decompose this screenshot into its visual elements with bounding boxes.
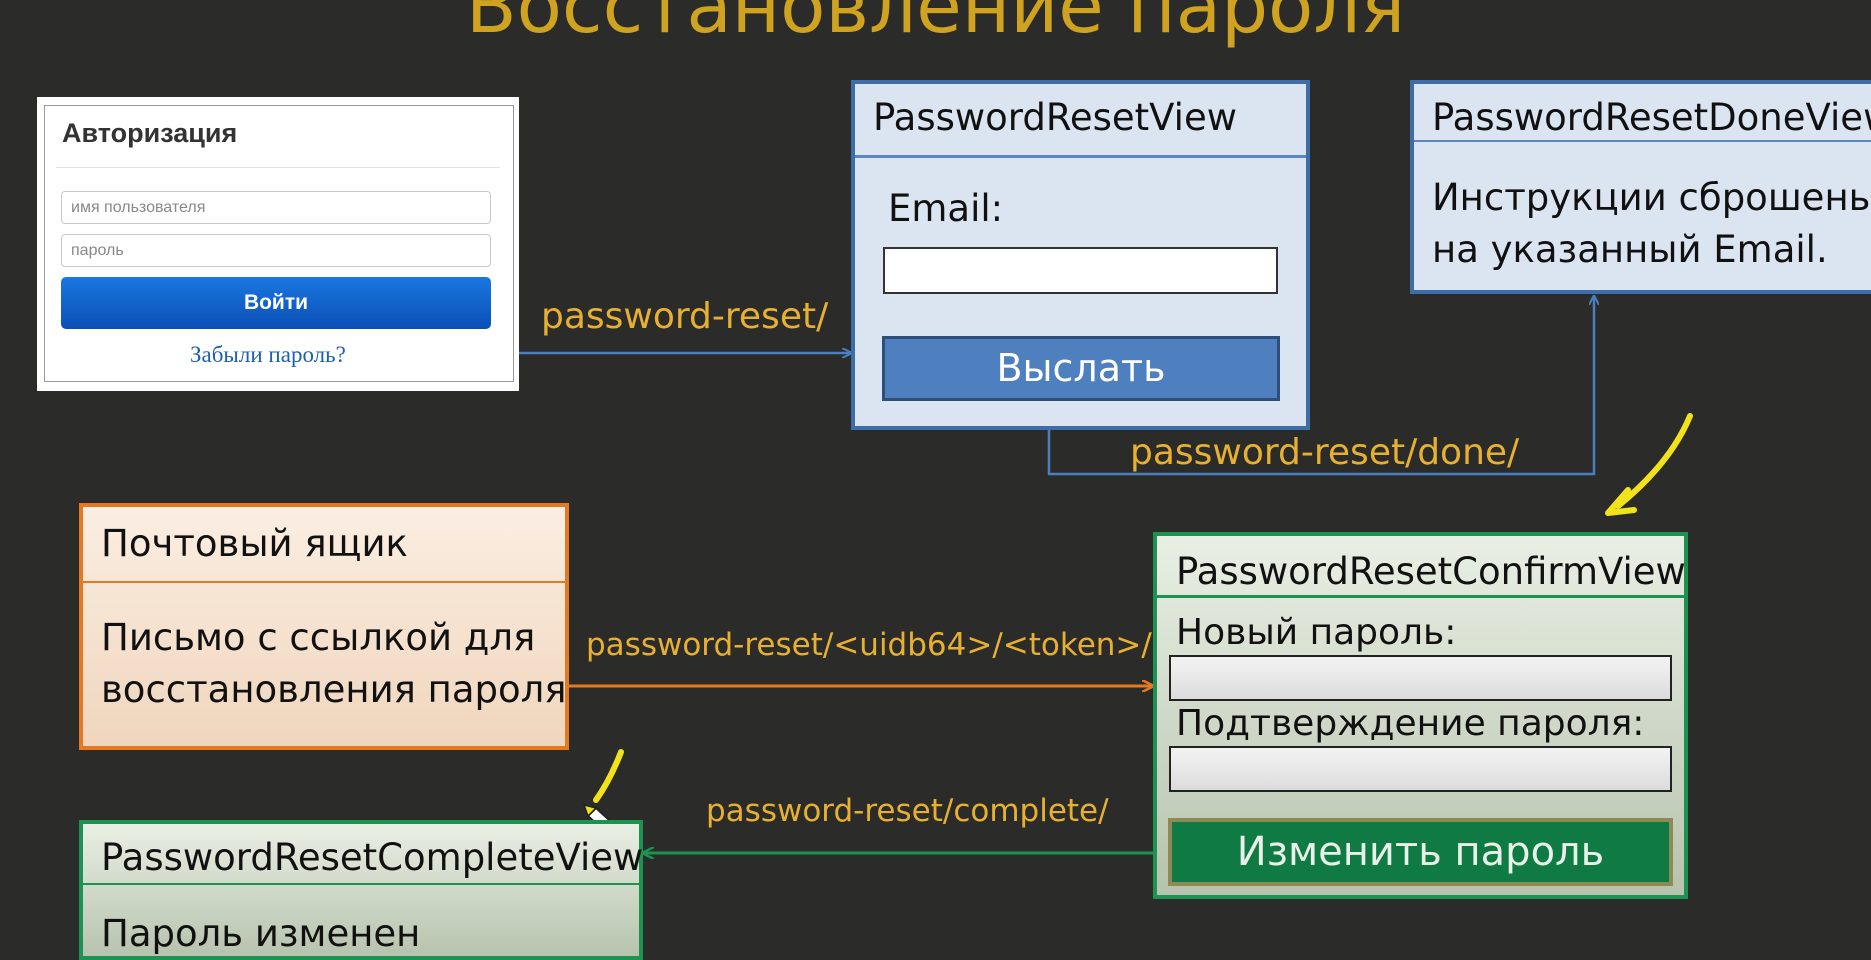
email-label: Email:	[888, 187, 1004, 230]
username-input[interactable]: имя пользователя	[61, 191, 491, 224]
password-reset-view-divider	[855, 155, 1306, 158]
password-reset-confirm-view-title: PasswordResetConfirmView	[1176, 550, 1686, 593]
password-reset-done-view-divider	[1414, 140, 1871, 142]
mailbox-text: Письмо с ссылкой для восстановления паро…	[101, 612, 567, 716]
password-reset-complete-view-text: Пароль изменен	[101, 912, 421, 955]
new-password-label: Новый пароль:	[1176, 612, 1457, 653]
new-password-input[interactable]	[1169, 655, 1672, 701]
mailbox-divider	[83, 581, 565, 583]
annotation-tick	[593, 749, 624, 803]
login-button[interactable]: Войти	[61, 277, 491, 329]
confirm-password-label: Подтверждение пароля:	[1176, 703, 1645, 744]
login-divider	[56, 167, 500, 168]
mailbox-text-line-2: восстановления пароля	[101, 668, 567, 711]
password-reset-confirm-view-divider	[1157, 595, 1684, 598]
password-reset-complete-view-divider	[83, 883, 639, 885]
done-text-line-2: на указанный Email.	[1432, 228, 1828, 271]
change-password-button[interactable]: Изменить пароль	[1168, 818, 1673, 886]
forgot-password-link[interactable]: Забыли пароль?	[190, 342, 346, 368]
mailbox-title: Почтовый ящик	[101, 522, 408, 565]
done-text-line-1: Инструкции сброшены	[1432, 176, 1871, 219]
confirm-password-input[interactable]	[1169, 746, 1672, 792]
url-label-confirm: password-reset/<uidb64>/<token>/	[586, 627, 1152, 663]
url-label-reset: password-reset/	[541, 296, 829, 337]
login-heading: Авторизация	[62, 118, 238, 148]
password-input[interactable]: пароль	[61, 234, 491, 267]
send-button[interactable]: Выслать	[882, 336, 1280, 401]
password-reset-done-view-text: Инструкции сброшены на указанный Email.	[1432, 172, 1871, 276]
mailbox-text-line-1: Письмо с ссылкой для	[101, 616, 536, 659]
password-reset-complete-view-title: PasswordResetCompleteView	[101, 836, 644, 879]
url-label-complete: password-reset/complete/	[706, 793, 1109, 829]
password-reset-view-title: PasswordResetView	[873, 96, 1237, 139]
password-reset-done-view-title: PasswordResetDoneView	[1432, 96, 1871, 139]
url-label-done: password-reset/done/	[1130, 432, 1520, 473]
email-input[interactable]	[883, 247, 1278, 294]
